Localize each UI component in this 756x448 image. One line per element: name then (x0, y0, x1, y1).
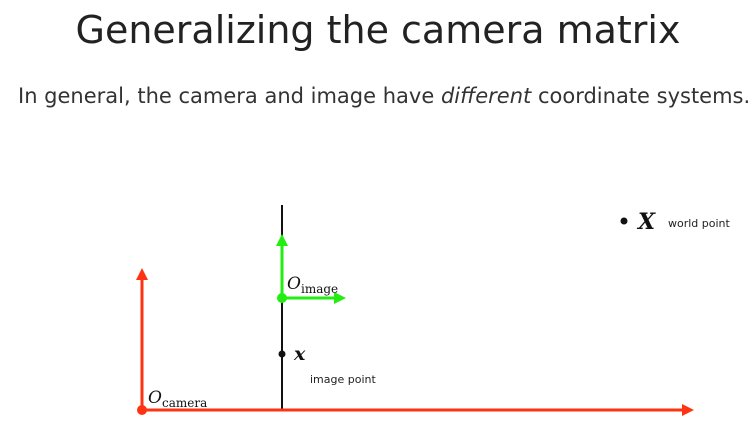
image-origin-dot (277, 293, 287, 303)
image-y-arrowhead (276, 234, 288, 246)
camera-x-arrowhead (682, 404, 694, 416)
image-origin-symbol: O (287, 274, 301, 294)
camera-origin-dot (137, 405, 147, 415)
image-origin-subscript: image (301, 282, 338, 296)
image-point-label: image point (310, 373, 376, 386)
world-point-label: world point (668, 217, 731, 230)
camera-diagram: x image point X world point O camera O i… (136, 205, 731, 416)
image-point-symbol: x (293, 343, 306, 365)
camera-y-arrowhead (136, 268, 148, 280)
camera-origin-symbol: O (148, 388, 162, 408)
camera-origin-subscript: camera (162, 396, 207, 410)
image-point-dot (278, 350, 286, 358)
world-point-dot (620, 217, 628, 225)
world-point-symbol: X (636, 209, 656, 235)
